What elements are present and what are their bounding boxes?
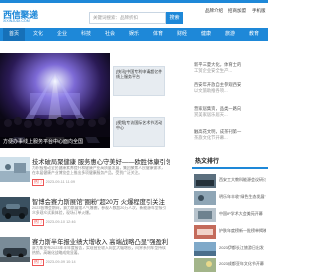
side-thumb-2[interactable]: [视频]专访国际艺术节活动中心 xyxy=(113,117,165,147)
featured-image[interactable]: 方便办事线上服务平台中心面向全国 xyxy=(0,53,110,148)
nav-item-business[interactable]: 企业 xyxy=(50,28,74,41)
search-input[interactable]: 关键词搜索：品牌折扣 xyxy=(89,12,166,24)
right-list-sub: 工贸企业安全生产... xyxy=(194,67,232,73)
article-tag[interactable]: 热门 xyxy=(32,219,44,226)
article-item[interactable]: 技术破局聚健康 服务惠心守美好——欧胜体康引领那 为积极推动全民健康素养提升和健… xyxy=(0,157,170,195)
article-thumbnail xyxy=(0,157,30,182)
hot-item-thumbnail xyxy=(194,225,216,239)
hot-item-thumbnail xyxy=(194,242,216,256)
article-item[interactable]: 赛力斯半年报业绩大增收入 高端战略凸显"强盈利 赛力斯发布2023年半年度报告，… xyxy=(0,237,170,274)
hot-item-title[interactable]: 护肤年度榜新一批榜单揭晓 xyxy=(219,228,266,234)
concert-stage-image xyxy=(0,53,110,148)
nav-item-society[interactable]: 社会 xyxy=(98,28,122,41)
hot-item-title[interactable]: 2023成都亚年文化节开幕 xyxy=(219,261,266,267)
nav-item-entertainment[interactable]: 娱乐 xyxy=(122,28,146,41)
main-nav: 首页 文化 企业 科技 社会 娱乐 体育 财经 健康 旅游 教育 xyxy=(0,28,268,41)
side-thumb-1[interactable]: [快讯]中国专利申请超亿件 线上服务平台 xyxy=(113,66,165,96)
header-link-brand[interactable]: 品牌介绍 xyxy=(205,8,223,14)
article-description: 为积极推动全民健康素养提升和健康产业高质量发展，集团聚焦人民健康需求，在本届健康… xyxy=(32,166,165,175)
article-item[interactable]: 智博会赛力斯展馆"圈粉"超20万 火爆程度引关注 2023智博会期间，赛力斯展馆… xyxy=(0,197,170,235)
article-description: 2023智博会期间，赛力斯展馆人气爆棚，参观人数超20万人次，新能源车型吸引众多… xyxy=(32,206,167,215)
nav-item-finance[interactable]: 财经 xyxy=(170,28,194,41)
hot-list-item[interactable]: 护肤年度榜新一批榜单揭晓 xyxy=(192,225,268,242)
hot-list-heading: 热文排行 xyxy=(192,157,268,169)
header-link-mobile[interactable]: 手机版 xyxy=(252,8,266,14)
right-list-item[interactable]: 西安年开放自主参观西安 以文旅助推各项... xyxy=(194,82,266,93)
article-meta: 热门 2023-09-10 12:46 xyxy=(32,219,76,226)
hot-item-title[interactable]: 明乐年丰收"绿色生态发展" xyxy=(219,194,266,200)
article-date: 2023-09-10 12:46 xyxy=(45,220,76,224)
hot-list-item[interactable]: 中国IP学术大会美苑开幕 xyxy=(192,208,268,225)
article-date: 2023-09-09 10:14 xyxy=(45,260,76,264)
hot-item-thumbnail xyxy=(194,208,216,222)
nav-item-tech[interactable]: 科技 xyxy=(74,28,98,41)
site-header: 西信聚递 XIXINJUDI.COM 关键词搜索：品牌折扣 搜索 品牌介绍 招商… xyxy=(0,0,268,28)
article-meta: 热门 2023-09-09 10:14 xyxy=(32,259,76,266)
right-list-sub: 茶旅文化节开幕... xyxy=(194,134,228,140)
article-title[interactable]: 赛力斯半年报业绩大增收入 高端战略凸显"强盈利 xyxy=(32,237,170,246)
search-placeholder: 关键词搜索：品牌折扣 xyxy=(93,15,138,20)
hot-item-thumbnail xyxy=(194,174,216,188)
nav-item-culture[interactable]: 文化 xyxy=(26,28,50,41)
side-thumb-label: [视频]专访国际艺术节活动中心 xyxy=(116,120,163,130)
article-thumbnail xyxy=(0,197,30,222)
article-meta: 热门 2023-09-11 11:09 xyxy=(32,179,75,186)
article-description: 赛力斯发布2023年半年度报告，实现营业收入同比大幅增长，问界系列车型持续热销，… xyxy=(32,246,166,255)
nav-item-home[interactable]: 首页 xyxy=(3,28,25,41)
article-title[interactable]: 技术破局聚健康 服务惠心守美好——欧胜体康引领那 xyxy=(32,157,170,166)
right-list-item[interactable]: 触高花文明，成茶刊第一 茶旅文化节开幕... xyxy=(194,129,266,140)
right-list-item[interactable]: 营家居集资，品类一路向 赏美家居乐居天... xyxy=(194,106,266,117)
hot-item-title[interactable]: 西安工大教科能源会议研讨 xyxy=(219,177,266,183)
hot-list-item[interactable]: 明乐年丰收"绿色生态发展" xyxy=(192,191,268,208)
hot-item-title[interactable]: 中国IP学术大会美苑开幕 xyxy=(219,211,266,217)
hot-item-thumbnail xyxy=(194,191,216,205)
right-list-item[interactable]: 新平三夏大化，体育士的 工贸企业安全生产... xyxy=(194,62,266,73)
page: 西信聚递 XIXINJUDI.COM 关键词搜索：品牌折扣 搜索 品牌介绍 招商… xyxy=(0,0,268,274)
nav-item-travel[interactable]: 旅游 xyxy=(218,28,242,41)
hot-list-item[interactable]: 西安工大教科能源会议研讨 xyxy=(192,174,268,191)
side-thumb-label: [快讯]中国专利申请超亿件 线上服务平台 xyxy=(116,69,163,79)
featured-caption: 方便办事线上服务平台中心面向全国 xyxy=(0,137,110,148)
hot-item-title[interactable]: 2023伊都长江旅游日出发 xyxy=(219,245,266,251)
right-list-sub: 以文旅助推各项... xyxy=(194,87,228,93)
article-thumbnail xyxy=(0,237,30,262)
site-logo[interactable]: 西信聚递 XIXINJUDI.COM xyxy=(3,8,39,26)
article-date: 2023-09-11 11:09 xyxy=(45,180,76,184)
search-button[interactable]: 搜索 xyxy=(166,12,183,24)
nav-item-sports[interactable]: 体育 xyxy=(146,28,170,41)
hot-list-item[interactable]: 2023伊都长江旅游日出发 xyxy=(192,242,268,259)
right-list-sub: 赏美家居乐居天... xyxy=(194,111,228,117)
header-link-join[interactable]: 招商加盟 xyxy=(228,8,246,14)
nav-item-health[interactable]: 健康 xyxy=(194,28,218,41)
nav-item-education[interactable]: 教育 xyxy=(242,28,266,41)
hot-list-item[interactable]: 2023成都亚年文化节开幕 xyxy=(192,258,268,274)
logo-subtext: XIXINJUDI.COM xyxy=(3,19,30,23)
article-tag[interactable]: 热门 xyxy=(32,179,44,186)
hot-item-thumbnail xyxy=(194,258,216,272)
article-tag[interactable]: 热门 xyxy=(32,259,44,266)
article-title[interactable]: 智博会赛力斯展馆"圈粉"超20万 火爆程度引关注 xyxy=(32,197,170,206)
